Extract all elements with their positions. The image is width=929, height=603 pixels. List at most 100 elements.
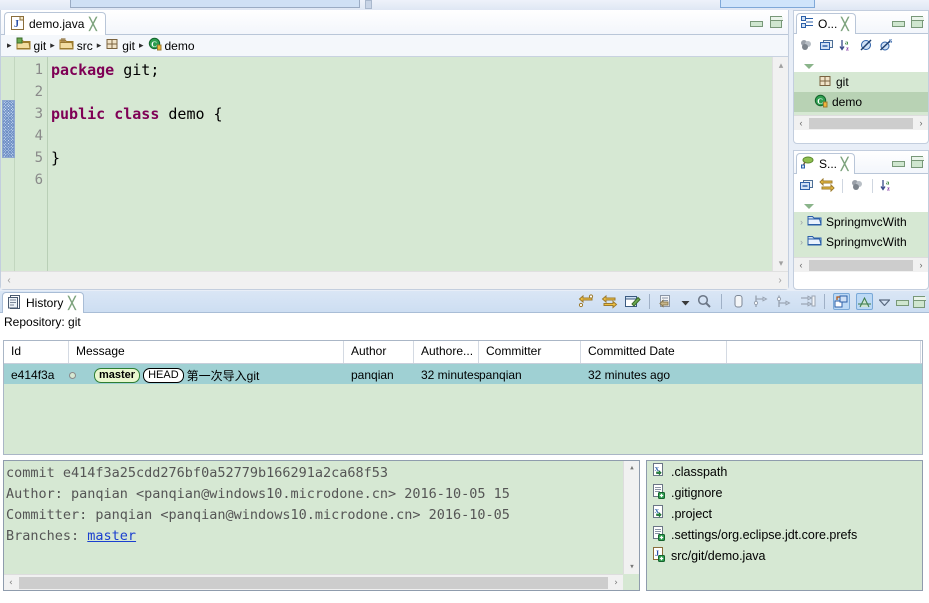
scroll-right-icon[interactable]: › — [914, 258, 928, 273]
detail-vertical-scrollbar[interactable]: ▴ ▾ — [623, 461, 639, 574]
open-in-editor-icon[interactable] — [624, 293, 641, 310]
view-menu-icon[interactable] — [804, 204, 814, 209]
filter-dropdown-icon[interactable] — [681, 295, 690, 309]
outline-item-class[interactable]: C demo — [794, 92, 928, 112]
filter-icon[interactable] — [658, 293, 675, 310]
outline-tree[interactable]: git C demo — [794, 72, 928, 115]
column-header[interactable]: Message — [69, 341, 344, 363]
staging-horizontal-scrollbar[interactable]: ‹ › — [794, 257, 928, 272]
outline-view-menu[interactable] — [794, 58, 928, 72]
view-menu-icon[interactable] — [878, 295, 891, 309]
close-icon[interactable]: ╳ — [841, 158, 848, 170]
breadcrumb-item-class[interactable]: C demo — [148, 37, 195, 54]
table-row[interactable]: e414f3a master HEAD 第一次导入git panqian 32 … — [4, 364, 922, 384]
staging-item[interactable]: › SpringmvcWith — [794, 212, 928, 232]
staging-tab[interactable]: S... ╳ — [796, 153, 856, 174]
close-icon[interactable]: ╳ — [89, 18, 96, 30]
outline-tab[interactable]: O... ╳ — [796, 13, 856, 34]
toolbar-combo[interactable] — [70, 0, 360, 8]
editor-vertical-scrollbar[interactable]: ▴ ▾ — [772, 57, 788, 271]
hide-static-icon[interactable] — [819, 38, 834, 55]
expand-arrow-icon[interactable]: › — [800, 217, 803, 227]
show-comment-icon[interactable] — [856, 293, 873, 310]
svg-text:C: C — [151, 40, 157, 49]
minimize-icon[interactable] — [892, 17, 905, 28]
scroll-left-icon[interactable]: ‹ — [794, 258, 808, 273]
breadcrumb-expand-arrow[interactable]: ▸ — [7, 40, 12, 51]
changed-file-row[interactable]: X .classpath — [647, 461, 922, 482]
hide-static-members-icon[interactable]: S — [879, 38, 894, 55]
scrollbar-thumb[interactable] — [809, 118, 913, 129]
scrollbar-thumb[interactable] — [19, 577, 608, 589]
collapse-all-icon[interactable] — [799, 178, 814, 195]
column-header[interactable]: Id — [4, 341, 69, 363]
show-all-branches-icon[interactable] — [730, 293, 747, 310]
maximize-icon[interactable] — [913, 295, 926, 308]
maximize-icon[interactable] — [770, 16, 783, 28]
staging-tree[interactable]: › SpringmvcWith › SpringmvcWith — [794, 212, 928, 257]
sort-alphabetically-icon[interactable]: a z — [839, 38, 854, 55]
code-editor[interactable]: 1 2 3 4 5 6 package git; public class demo { … — [1, 57, 788, 289]
show-notes-icon[interactable] — [799, 293, 816, 310]
maximize-icon[interactable] — [911, 16, 924, 28]
changed-file-row[interactable]: .gitignore — [647, 482, 922, 503]
staging-view-menu[interactable] — [794, 198, 928, 212]
breadcrumb-item-package[interactable]: git — [105, 37, 135, 54]
scroll-left-icon[interactable]: ‹ — [1, 272, 17, 289]
minimize-icon[interactable] — [750, 17, 763, 28]
outline-item-package[interactable]: git — [794, 72, 928, 92]
class-icon: C — [814, 94, 828, 111]
perspective-switcher[interactable] — [720, 0, 815, 8]
column-header[interactable]: Authore... — [414, 341, 479, 363]
compare-mode-icon[interactable] — [578, 293, 595, 310]
find-icon[interactable] — [696, 293, 713, 310]
close-icon[interactable]: ╳ — [841, 18, 848, 30]
branch-link[interactable]: master — [87, 528, 136, 544]
view-menu-icon[interactable] — [804, 64, 814, 69]
close-icon[interactable]: ╳ — [68, 297, 75, 309]
annotation-ruler[interactable] — [1, 57, 15, 271]
changed-file-row[interactable]: Jsrc/git/demo.java — [647, 545, 922, 566]
scroll-right-icon[interactable]: › — [609, 575, 623, 590]
synchronize-icon[interactable] — [601, 293, 618, 310]
hide-non-public-icon[interactable] — [859, 38, 874, 55]
synchronize-icon[interactable] — [819, 177, 835, 195]
column-header[interactable]: Committed Date — [581, 341, 727, 363]
minimize-icon[interactable] — [896, 296, 909, 307]
show-additional-refs-icon[interactable] — [776, 293, 793, 310]
hide-fields-icon[interactable] — [799, 38, 814, 55]
breadcrumb-item-src[interactable]: src — [59, 37, 93, 54]
scroll-down-icon[interactable]: ▾ — [773, 255, 788, 271]
scroll-left-icon[interactable]: ‹ — [4, 575, 18, 590]
changed-files-panel[interactable]: X .classpath .gitignore X .project .settings/… — [646, 460, 923, 591]
scroll-up-icon[interactable]: ▴ — [773, 57, 788, 73]
changed-file-row[interactable]: .settings/org.eclipse.jdt.core.prefs — [647, 524, 922, 545]
staging-item[interactable]: › SpringmvcWith — [794, 232, 928, 252]
outline-horizontal-scrollbar[interactable]: ‹ › — [794, 115, 928, 130]
hide-fields-icon[interactable] — [850, 178, 865, 195]
show-all-changes-icon[interactable] — [833, 293, 850, 310]
code-text[interactable]: package git; public class demo { } — [49, 57, 772, 271]
column-header[interactable]: Committer — [479, 341, 581, 363]
column-header[interactable] — [727, 341, 921, 363]
scroll-right-icon[interactable]: › — [772, 272, 788, 289]
scroll-left-icon[interactable]: ‹ — [794, 116, 808, 131]
minimize-icon[interactable] — [892, 157, 905, 168]
scroll-up-icon[interactable]: ▴ — [624, 461, 639, 475]
detail-horizontal-scrollbar[interactable]: ‹ › — [4, 574, 623, 590]
changed-file-row[interactable]: X .project — [647, 503, 922, 524]
expand-arrow-icon[interactable]: › — [800, 237, 803, 247]
maximize-icon[interactable] — [911, 156, 924, 168]
scroll-right-icon[interactable]: › — [914, 116, 928, 131]
column-header[interactable]: Author — [344, 341, 414, 363]
history-tab[interactable]: History ╳ — [2, 292, 84, 313]
scroll-down-icon[interactable]: ▾ — [624, 560, 639, 574]
breadcrumb-item-project[interactable]: git — [16, 37, 46, 54]
editor-tab-demo-java[interactable]: J demo.java ╳ — [4, 12, 106, 35]
scrollbar-thumb[interactable] — [809, 260, 913, 271]
sort-alphabetically-icon[interactable]: a z — [880, 178, 895, 195]
commit-detail-panel[interactable]: commit e414f3a25cdd276bf0a52779b166291a2… — [3, 460, 640, 591]
show-first-parent-icon[interactable] — [753, 293, 770, 310]
commit-table[interactable]: Id Message Author Authore... Committer Commit… — [3, 340, 923, 455]
editor-horizontal-scrollbar[interactable]: ‹ › — [1, 271, 788, 289]
